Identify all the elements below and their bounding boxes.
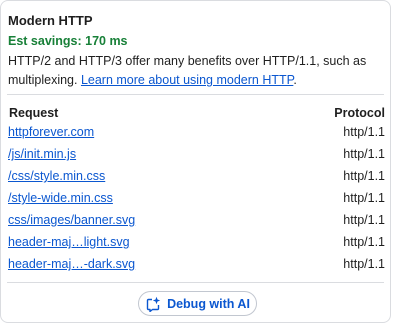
request-url-link[interactable]: /js/init.min.js — [8, 147, 76, 161]
request-url-link[interactable]: /style-wide.min.css — [8, 191, 113, 205]
divider — [7, 94, 384, 95]
debug-button-label: Debug with AI — [167, 296, 250, 311]
protocol-value: http/1.1 — [343, 213, 385, 227]
request-url-link[interactable]: /css/style.min.css — [8, 169, 105, 183]
divider — [7, 282, 384, 283]
column-header-request: Request — [9, 106, 59, 120]
insight-title: Modern HTTP — [8, 13, 93, 28]
table-row: css/images/banner.svg http/1.1 — [7, 213, 385, 235]
description-trail: . — [293, 73, 297, 87]
learn-more-link[interactable]: Learn more about using modern HTTP — [81, 73, 293, 87]
table-row: header-maj…light.svg http/1.1 — [7, 235, 385, 257]
protocol-value: http/1.1 — [343, 169, 385, 183]
ai-sparkle-icon — [145, 296, 161, 312]
protocol-value: http/1.1 — [343, 235, 385, 249]
table-row: /css/style.min.css http/1.1 — [7, 169, 385, 191]
column-header-protocol: Protocol — [334, 106, 385, 120]
table-row: header-maj…-dark.svg http/1.1 — [7, 257, 385, 279]
protocol-value: http/1.1 — [343, 191, 385, 205]
request-url-link[interactable]: css/images/banner.svg — [8, 213, 135, 227]
protocol-value: http/1.1 — [343, 257, 385, 271]
protocol-value: http/1.1 — [343, 125, 385, 139]
estimated-savings: Est savings: 170 ms — [8, 34, 128, 48]
protocol-value: http/1.1 — [343, 147, 385, 161]
request-url-link[interactable]: header-maj…-dark.svg — [8, 257, 135, 271]
request-url-link[interactable]: httpforever.com — [8, 125, 94, 139]
table-row: httpforever.com http/1.1 — [7, 125, 385, 147]
table-row: /js/init.min.js http/1.1 — [7, 147, 385, 169]
insight-description: HTTP/2 and HTTP/3 offer many benefits ov… — [8, 52, 386, 90]
insight-card: Modern HTTP Est savings: 170 ms HTTP/2 a… — [0, 0, 391, 323]
table-row: /style-wide.min.css http/1.1 — [7, 191, 385, 213]
request-url-link[interactable]: header-maj…light.svg — [8, 235, 130, 249]
debug-with-ai-button[interactable]: Debug with AI — [138, 291, 257, 316]
